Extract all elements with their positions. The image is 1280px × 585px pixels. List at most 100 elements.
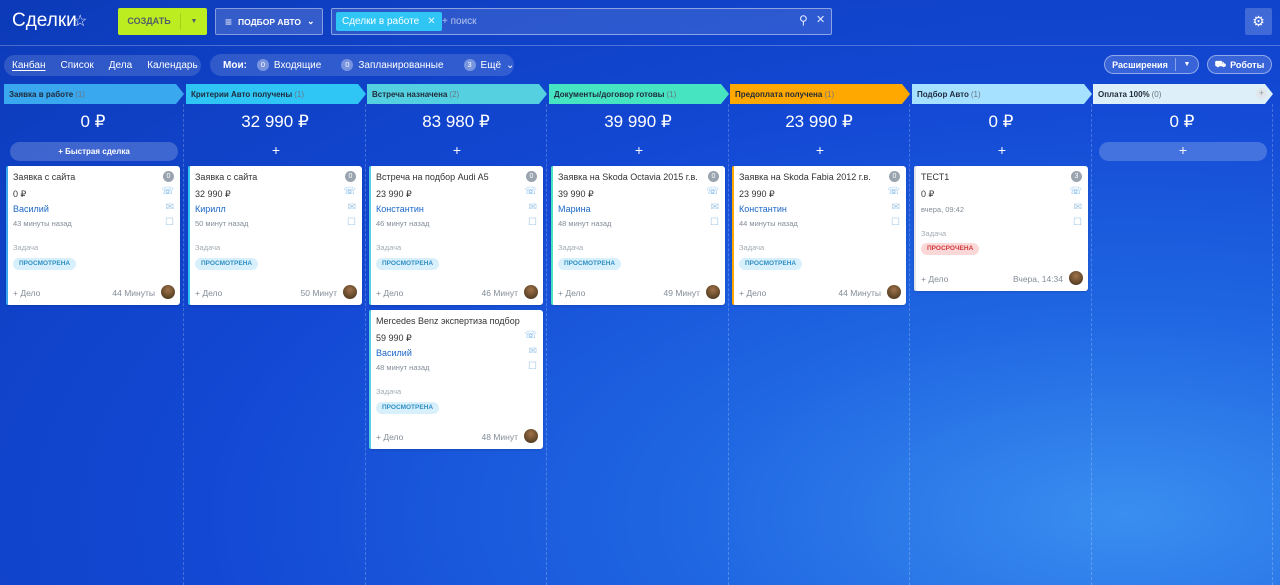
robots-button[interactable]: ⛟ Роботы: [1207, 55, 1272, 74]
contact-name[interactable]: Василий: [376, 348, 412, 358]
add-deal-button[interactable]: +: [373, 142, 541, 161]
deal-title[interactable]: ТЕСТ1: [921, 172, 949, 182]
deal-card[interactable]: Mercedes Benz экспертиза подбор 59 990 ₽ В…: [369, 310, 543, 449]
avatar[interactable]: [343, 285, 357, 299]
add-activity-button[interactable]: + Дело: [739, 288, 766, 298]
search-icon[interactable]: ⚲: [799, 13, 808, 27]
add-deal-button[interactable]: +: [1099, 142, 1267, 161]
chat-icon[interactable]: ☐: [710, 217, 719, 228]
add-activity-button[interactable]: + Дело: [558, 288, 585, 298]
chevron-down-icon[interactable]: ▼: [1176, 61, 1198, 68]
add-deal-button[interactable]: +: [736, 142, 904, 161]
deal-card[interactable]: ТЕСТ1 3 0 ₽ вчера, 09:42 ☏ ✉ ☐ Задача ПРОСРОЧЕНА…: [914, 166, 1088, 291]
column-header[interactable]: Документы/договор готовы (1): [549, 84, 729, 104]
search-input[interactable]: [442, 13, 782, 30]
create-button[interactable]: СОЗДАТЬ ▼: [118, 8, 207, 35]
avatar[interactable]: [1069, 271, 1083, 285]
mail-icon[interactable]: ✉: [529, 202, 537, 213]
phone-icon[interactable]: ☏: [524, 186, 537, 197]
column-count: (0): [1151, 90, 1162, 99]
settings-gear-icon[interactable]: ⚙: [1245, 8, 1272, 35]
search-bar[interactable]: Сделки в работе ✕ ⚲ ✕: [331, 8, 832, 35]
chat-icon[interactable]: ☐: [528, 217, 537, 228]
tab-kanban[interactable]: Канбан: [12, 60, 46, 71]
filter-chip[interactable]: Сделки в работе ✕: [336, 12, 442, 31]
add-deal-button[interactable]: +: [918, 142, 1086, 161]
column-divider: [909, 104, 910, 585]
mail-icon[interactable]: ✉: [348, 202, 356, 213]
add-deal-button[interactable]: +: [192, 142, 360, 161]
column-header[interactable]: Оплата 100% (0) +: [1093, 84, 1273, 104]
chat-icon[interactable]: ☐: [528, 361, 537, 372]
phone-icon[interactable]: ☏: [161, 186, 174, 197]
filter-preset-button[interactable]: ≡ ПОДБОР АВТО ⌄: [215, 8, 323, 35]
deal-title[interactable]: Заявка с сайта: [13, 172, 75, 182]
counter-more[interactable]: 3 Ещё ⌄: [463, 59, 514, 71]
deal-card[interactable]: Встреча на подбор Audi A5 0 23 990 ₽ Конста…: [369, 166, 543, 305]
chat-icon[interactable]: ☐: [891, 217, 900, 228]
task-label: Задача: [921, 229, 947, 238]
view-switcher: Канбан Список Дела Календарь: [4, 55, 201, 76]
deal-title[interactable]: Заявка на Skoda Fabia 2012 г.в.: [739, 172, 871, 182]
extensions-button[interactable]: Расширения ▼: [1104, 55, 1199, 74]
counter-planned[interactable]: 0 Запланированные: [341, 59, 444, 71]
tab-calendar[interactable]: Календарь: [147, 60, 197, 71]
tab-list[interactable]: Список: [61, 60, 94, 71]
deal-title[interactable]: Встреча на подбор Audi A5: [376, 172, 489, 182]
contact-name[interactable]: Константин: [739, 204, 787, 214]
column-header[interactable]: Критерии Авто получены (1): [186, 84, 366, 104]
avatar[interactable]: [524, 285, 538, 299]
clear-search-icon[interactable]: ✕: [816, 13, 825, 26]
add-activity-button[interactable]: + Дело: [195, 288, 222, 298]
create-dropdown-icon[interactable]: ▼: [181, 8, 207, 35]
column-header[interactable]: Встреча назначена (2): [367, 84, 547, 104]
activity-time: 44 Минуты: [838, 288, 881, 298]
column-header[interactable]: Подбор Авто (1): [912, 84, 1092, 104]
contact-name[interactable]: Кирилл: [195, 204, 226, 214]
chat-icon[interactable]: ☐: [1073, 217, 1082, 228]
mail-icon[interactable]: ✉: [529, 346, 537, 357]
deal-title[interactable]: Заявка с сайта: [195, 172, 257, 182]
quick-deal-button[interactable]: + Быстрая сделка: [10, 142, 178, 161]
avatar[interactable]: [887, 285, 901, 299]
column-header[interactable]: Заявка в работе (1): [4, 84, 184, 104]
add-activity-button[interactable]: + Дело: [921, 274, 948, 284]
mail-icon[interactable]: ✉: [166, 202, 174, 213]
mail-icon[interactable]: ✉: [711, 202, 719, 213]
column-title: Заявка в работе: [9, 90, 74, 99]
chat-icon[interactable]: ☐: [347, 217, 356, 228]
star-icon[interactable]: ☆: [73, 11, 87, 31]
avatar[interactable]: [706, 285, 720, 299]
avatar[interactable]: [524, 429, 538, 443]
create-button-label[interactable]: СОЗДАТЬ: [118, 8, 180, 35]
contact-name[interactable]: Василий: [13, 204, 49, 214]
mail-icon[interactable]: ✉: [892, 202, 900, 213]
mail-icon[interactable]: ✉: [1074, 202, 1082, 213]
avatar[interactable]: [161, 285, 175, 299]
contact-name[interactable]: Константин: [376, 204, 424, 214]
deal-title[interactable]: Mercedes Benz экспертиза подбор: [376, 316, 520, 326]
phone-icon[interactable]: ☏: [343, 186, 356, 197]
chat-icon[interactable]: ☐: [165, 217, 174, 228]
column-header[interactable]: Предоплата получена (1): [730, 84, 910, 104]
deal-card[interactable]: Заявка с сайта 0 32 990 ₽ Кирилл 50 минут на…: [188, 166, 362, 305]
tab-activities[interactable]: Дела: [109, 60, 132, 71]
deal-card[interactable]: Заявка на Skoda Fabia 2012 г.в. 0 23 990 ₽…: [732, 166, 906, 305]
chip-close-icon[interactable]: ✕: [427, 16, 435, 27]
counter-incoming[interactable]: 0 Входящие: [256, 59, 321, 71]
contact-name[interactable]: Марина: [558, 204, 591, 214]
deal-price: 23 990 ₽: [739, 189, 775, 199]
deal-card[interactable]: Заявка с сайта 0 0 ₽ Василий 43 минуты назад…: [6, 166, 180, 305]
add-activity-button[interactable]: + Дело: [376, 432, 403, 442]
counter-label: Ещё: [480, 59, 502, 71]
phone-icon[interactable]: ☏: [524, 330, 537, 341]
add-activity-button[interactable]: + Дело: [13, 288, 40, 298]
add-deal-button[interactable]: +: [555, 142, 723, 161]
add-column-icon[interactable]: +: [1256, 88, 1267, 99]
phone-icon[interactable]: ☏: [706, 186, 719, 197]
deal-card[interactable]: Заявка на Skoda Octavia 2015 г.в. 0 39 990…: [551, 166, 725, 305]
phone-icon[interactable]: ☏: [887, 186, 900, 197]
deal-title[interactable]: Заявка на Skoda Octavia 2015 г.в.: [558, 172, 698, 182]
add-activity-button[interactable]: + Дело: [376, 288, 403, 298]
phone-icon[interactable]: ☏: [1069, 186, 1082, 197]
